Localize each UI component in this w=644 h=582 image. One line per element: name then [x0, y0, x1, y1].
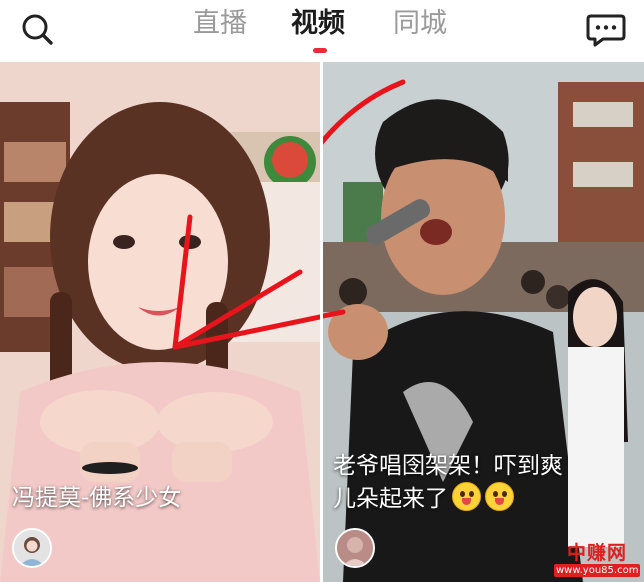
video-caption: 冯提莫-佛系少女: [12, 485, 182, 511]
active-tab-indicator: [313, 48, 327, 53]
search-icon: [22, 14, 53, 45]
feed-tabs: 直播 视频 同城: [185, 4, 465, 60]
caption-line-1: 老爷唱囹架架！吓到爽: [333, 453, 563, 479]
avatar[interactable]: [335, 528, 375, 568]
tab-local[interactable]: 同城: [393, 4, 447, 44]
watermark-brand: 中赚网: [566, 542, 627, 564]
user-avatar-icon: [14, 530, 50, 566]
avatar[interactable]: [12, 528, 52, 568]
site-watermark: 中赚网 www.you85.com: [554, 542, 640, 580]
caption-line-2: 儿朵起来了: [333, 486, 448, 512]
video-caption: 老爷唱囹架架！吓到爽 儿朵起来了: [333, 450, 633, 515]
tongue-out-emoji-icon: [452, 482, 481, 511]
tab-video[interactable]: 视频: [291, 4, 345, 44]
tongue-out-emoji-icon: [485, 482, 514, 511]
watermark-url: www.you85.com: [554, 564, 640, 577]
user-avatar-icon: [337, 530, 373, 566]
search-button[interactable]: [18, 10, 58, 50]
video-feed: 冯提莫-佛系少女 老爷唱囹架架！吓到爽 儿朵起来了 中赚网 www.you85.…: [0, 62, 644, 582]
video-card[interactable]: 老爷唱囹架架！吓到爽 儿朵起来了: [323, 62, 644, 582]
tab-live[interactable]: 直播: [193, 4, 247, 44]
top-nav-bar: 直播 视频 同城: [0, 0, 644, 62]
message-bubble-icon: [586, 14, 626, 47]
video-card[interactable]: 冯提莫-佛系少女: [0, 62, 320, 582]
messages-button[interactable]: [585, 10, 627, 50]
